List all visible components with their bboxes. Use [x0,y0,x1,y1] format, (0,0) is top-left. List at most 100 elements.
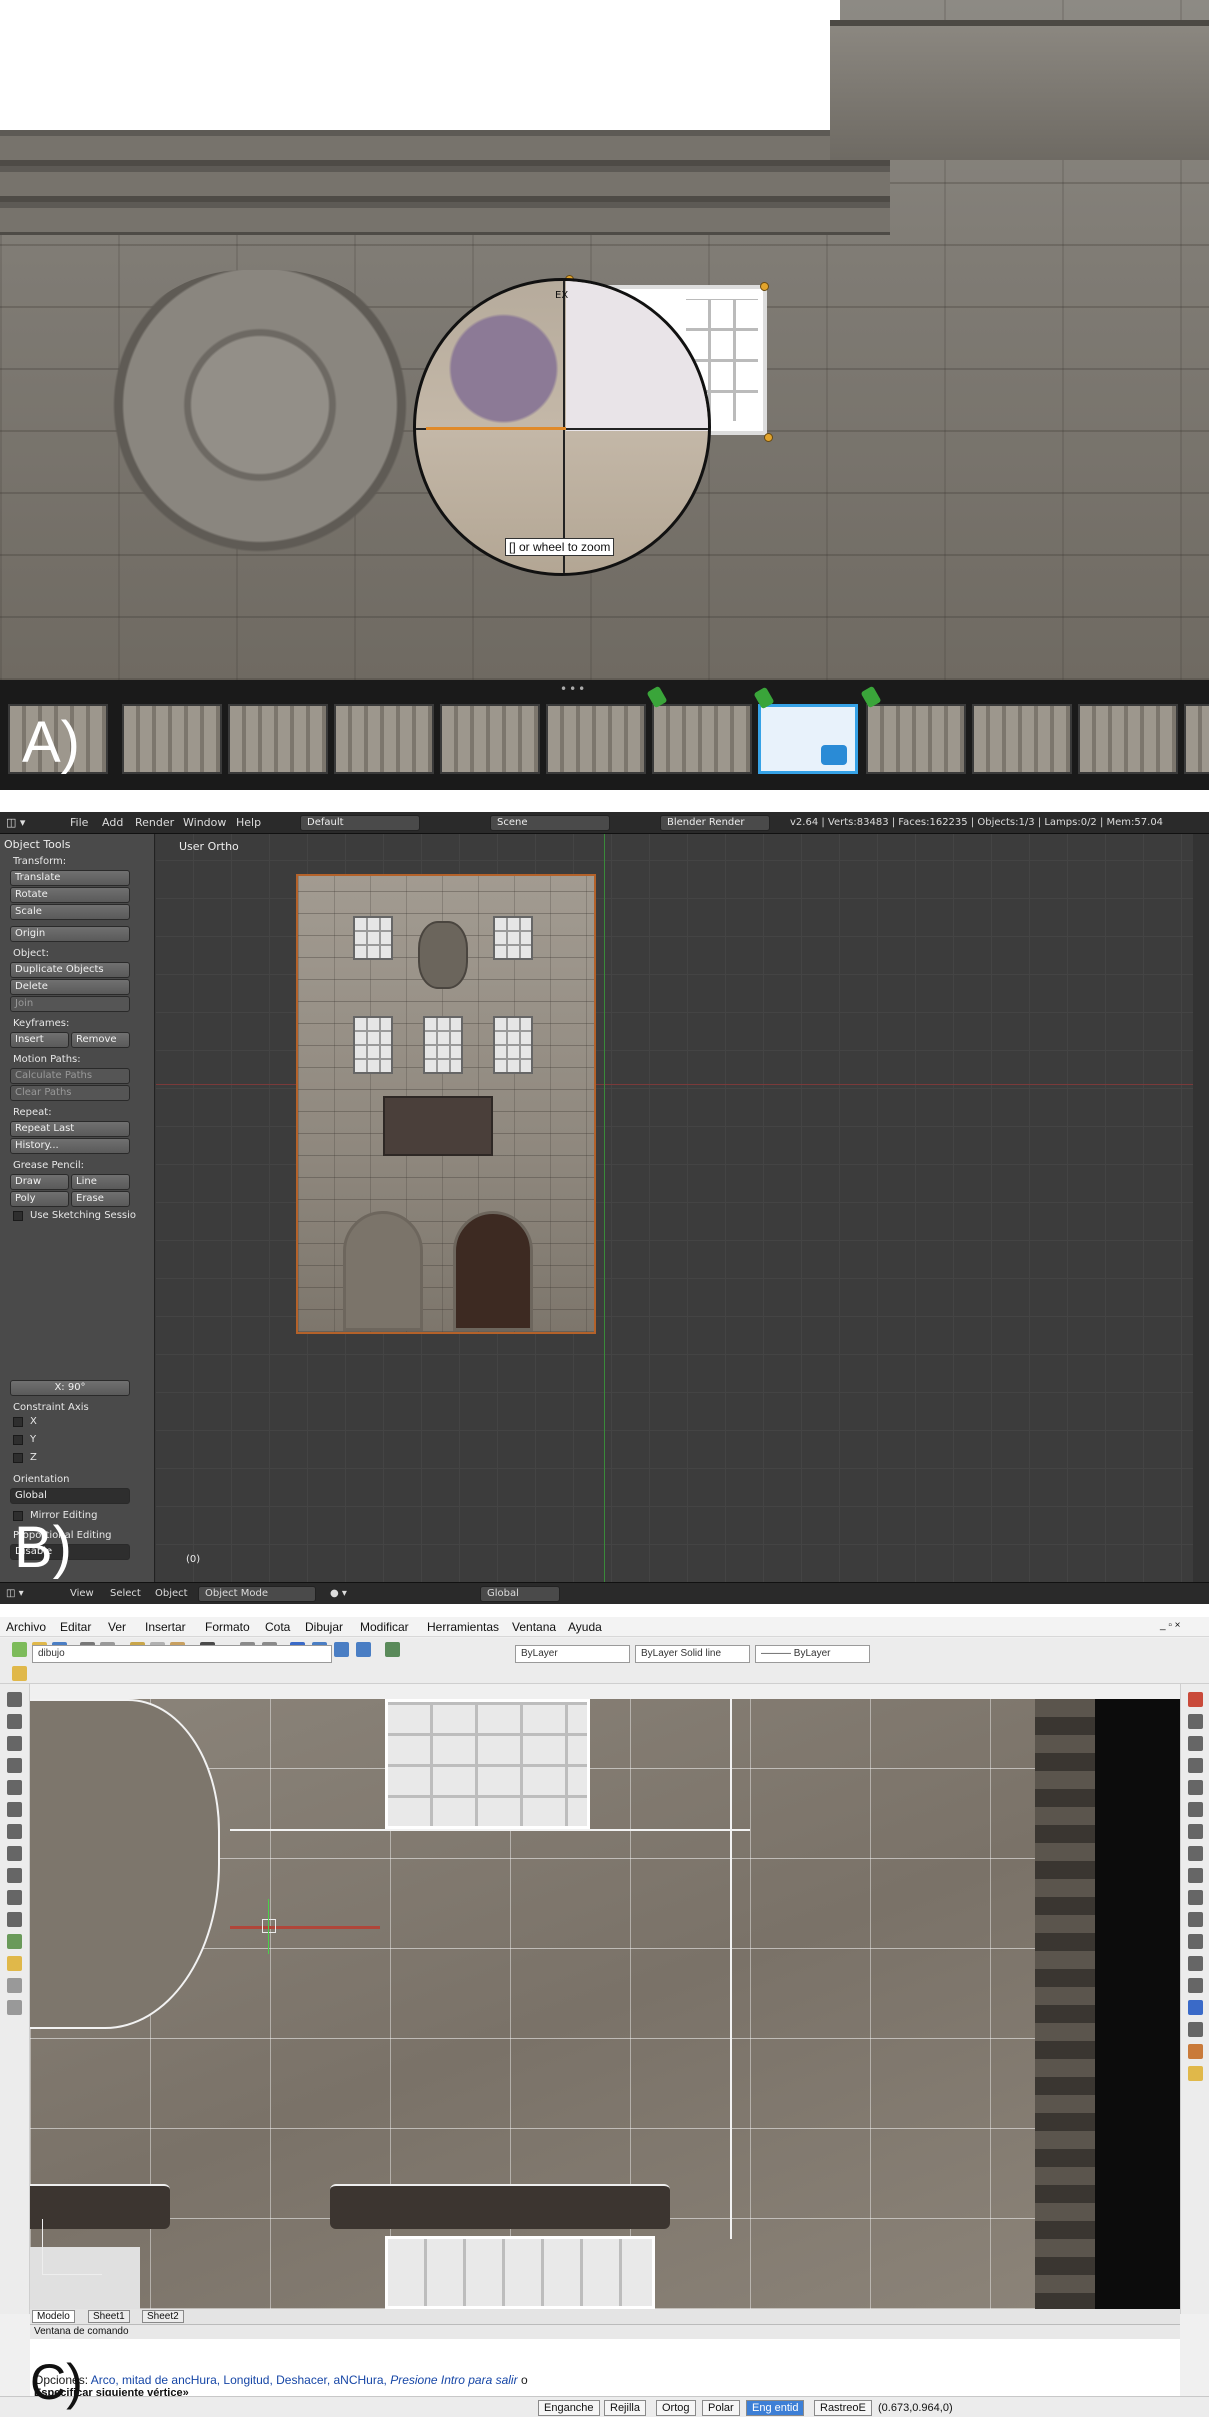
polar-toggle[interactable]: Polar [702,2400,740,2416]
join-button[interactable]: Join [10,996,130,1012]
sketching-checkbox[interactable] [13,1211,23,1221]
menu-window[interactable]: Window [183,816,226,829]
spline-tool-icon[interactable] [7,1846,22,1861]
block-tool-icon[interactable] [7,1890,22,1905]
delete-button[interactable]: Delete [10,979,130,995]
render-engine-selector[interactable]: Blender Render [660,815,770,831]
repeat-last-button[interactable]: Repeat Last [10,1121,130,1137]
grid-toggle[interactable]: Rejilla [604,2400,646,2416]
menu-archivo[interactable]: Archivo [6,1620,46,1634]
menu-editar[interactable]: Editar [60,1620,91,1634]
photo-thumbnail[interactable] [860,685,966,774]
window-controls-icon[interactable]: _ ▫ × [1160,1620,1181,1631]
rectangle-tool-icon[interactable] [7,1780,22,1795]
editor-type-icon[interactable]: ◫ ▾ [6,816,25,829]
hatch-tool-icon[interactable] [7,1934,22,1949]
command-options[interactable]: Arco, mitad de ancHura, Longitud, Deshac… [91,2373,387,2387]
object-tools-header[interactable]: Object Tools [4,838,70,851]
control-point[interactable] [760,282,769,291]
drawing-canvas[interactable] [30,1699,1180,2309]
menu-modificar[interactable]: Modificar [360,1620,409,1634]
point-tool-icon[interactable] [7,1912,22,1927]
ortho-toggle[interactable]: Ortog [656,2400,696,2416]
lineweight-combo[interactable]: ——— ByLayer [755,1645,870,1663]
thumbnail-strip[interactable]: ••• [0,680,1209,790]
clear-paths-button[interactable]: Clear Paths [10,1085,130,1101]
arc-tool-icon[interactable] [7,1802,22,1817]
tab-sheet2[interactable]: Sheet2 [142,2310,184,2323]
menu-render[interactable]: Render [135,816,174,829]
polygon-tool-icon[interactable] [7,1758,22,1773]
remove-keyframe-button[interactable]: Remove [71,1032,130,1048]
explode-tool-icon[interactable] [1188,2022,1203,2037]
extend-tool-icon[interactable] [1188,1912,1203,1927]
orientation-selector[interactable]: Global [480,1586,560,1602]
shading-icon[interactable]: ● ▾ [330,1588,347,1599]
photo-thumbnail[interactable] [228,704,328,774]
menu-herramientas[interactable]: Herramientas [427,1620,499,1634]
rotation-x-field[interactable]: X: 90° [10,1380,130,1396]
line-button[interactable]: Line [71,1174,130,1190]
zoom-previous-icon[interactable] [356,1642,371,1657]
strip-grip-icon[interactable]: ••• [560,682,587,696]
menu-formato[interactable]: Formato [205,1620,250,1634]
orientation-select[interactable]: Global [10,1488,130,1504]
menu-ventana[interactable]: Ventana [512,1620,556,1634]
scene-selector[interactable]: Scene [490,815,610,831]
otrack-toggle[interactable]: RastreoE [814,2400,872,2416]
lengthen-tool-icon[interactable] [1188,2000,1203,2015]
photo-thumbnail[interactable] [122,704,222,774]
color-combo[interactable]: ByLayer [515,1645,630,1663]
layer-manager-icon[interactable] [12,1666,27,1681]
stretch-tool-icon[interactable] [1188,1868,1203,1883]
scale-button[interactable]: Scale [10,904,130,920]
photo-thumbnail[interactable] [1184,704,1209,774]
polyline-tool-icon[interactable] [7,1736,22,1751]
trim-tool-icon[interactable] [1188,1890,1203,1905]
photo-thumbnail[interactable] [546,704,646,774]
command-window[interactable]: Ventana de comando Opciones: Arco, mitad… [30,2324,1180,2399]
new-icon[interactable] [12,1642,27,1657]
magnifier-loupe[interactable] [413,278,711,576]
calculate-paths-button[interactable]: Calculate Paths [10,1068,130,1084]
region-tool-icon[interactable] [7,1956,22,1971]
zoom-window-icon[interactable] [334,1642,349,1657]
menu-add[interactable]: Add [102,816,123,829]
translate-button[interactable]: Translate [10,870,130,886]
tab-modelo[interactable]: Modelo [32,2310,75,2323]
draworder-tool-icon[interactable] [1188,2066,1203,2081]
join-tool-icon[interactable] [1188,2044,1203,2059]
poly-button[interactable]: Poly [10,1191,69,1207]
fillet-tool-icon[interactable] [1188,1978,1203,1993]
photo-thumbnail[interactable] [1078,704,1178,774]
layer-combo[interactable]: dibujo [32,1645,332,1663]
menu-insertar[interactable]: Insertar [145,1620,186,1634]
scale-tool-icon[interactable] [1188,1846,1203,1861]
photo-thumbnail[interactable] [646,685,752,774]
layout-selector[interactable]: Default [300,815,420,831]
erase-tool-icon[interactable] [1188,1692,1203,1707]
menu-file[interactable]: File [70,816,88,829]
object-menu[interactable]: Object [155,1588,188,1599]
table-tool-icon[interactable] [7,1978,22,1993]
photo-thumbnail[interactable] [334,704,434,774]
facade-mesh[interactable] [296,874,596,1334]
control-point[interactable] [764,433,773,442]
copy-tool-icon[interactable] [1188,1714,1203,1729]
offset-tool-icon[interactable] [1188,1758,1203,1773]
editor-type-icon[interactable]: ◫ ▾ [6,1588,24,1599]
duplicate-objects-button[interactable]: Duplicate Objects [10,962,130,978]
3d-viewport[interactable]: User Ortho (0) [156,834,1193,1582]
draw-button[interactable]: Draw [10,1174,69,1190]
history-button[interactable]: History... [10,1138,130,1154]
line-tool-icon[interactable] [7,1692,22,1707]
menu-cota[interactable]: Cota [265,1620,290,1634]
circle-tool-icon[interactable] [7,1824,22,1839]
view-menu[interactable]: View [70,1588,94,1599]
linetype-combo[interactable]: ByLayer Solid line [635,1645,750,1663]
menu-ayuda[interactable]: Ayuda [568,1620,602,1634]
origin-button[interactable]: Origin [10,926,130,942]
erase-button[interactable]: Erase [71,1191,130,1207]
tab-sheet1[interactable]: Sheet1 [88,2310,130,2323]
array-tool-icon[interactable] [1188,1780,1203,1795]
